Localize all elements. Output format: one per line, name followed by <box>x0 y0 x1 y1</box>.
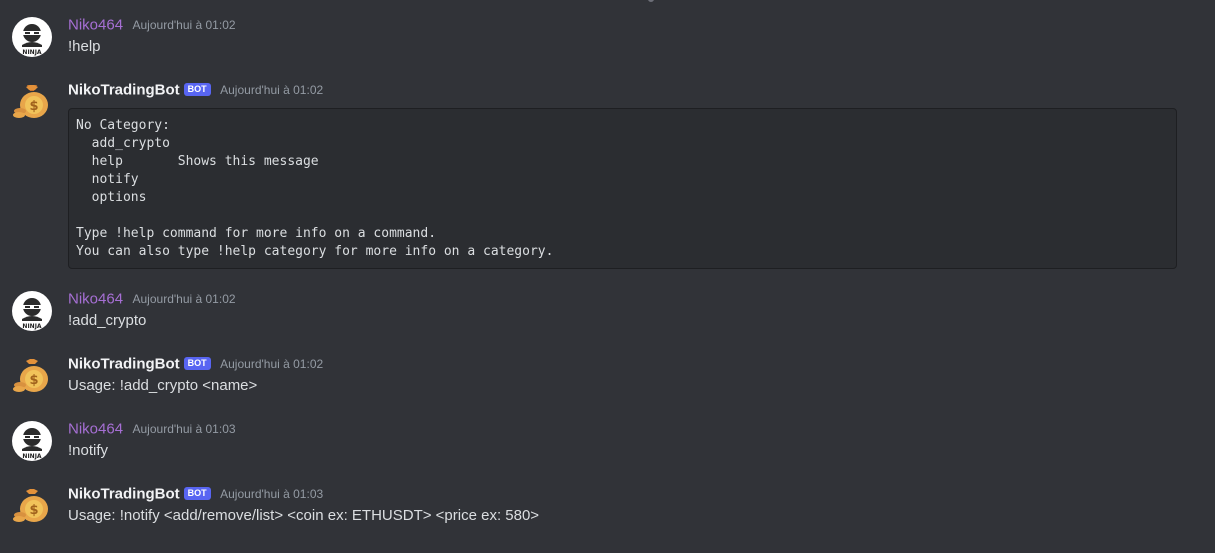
ninja-avatar-icon: NINJA <box>22 298 42 330</box>
message-text: Usage: !add_crypto <name> <box>68 377 258 394</box>
money-bag-icon: $ <box>13 489 48 522</box>
code-line: help Shows this message <box>76 154 319 169</box>
code-line: You can also type !help category for mor… <box>76 244 554 259</box>
message-item: $ NikoTradingBot BOT Aujourd'hui à 01:02 … <box>0 355 1215 399</box>
ninja-avatar-icon: NINJA <box>22 24 42 56</box>
message-text: !notify <box>68 442 109 459</box>
message-header: Niko464 Aujourd'hui à 01:02 <box>68 290 236 310</box>
message-item: $ NikoTradingBot BOT Aujourd'hui à 01:03 … <box>0 485 1215 529</box>
svg-text:$: $ <box>29 99 38 114</box>
code-line: add_crypto <box>76 136 170 151</box>
author-name[interactable]: Niko464 <box>68 420 123 437</box>
author-name[interactable]: NikoTradingBot <box>68 485 180 502</box>
svg-text:NINJA: NINJA <box>22 323 42 330</box>
timestamp: Aujourd'hui à 01:03 <box>132 421 236 436</box>
user-avatar[interactable]: NINJA <box>12 17 52 57</box>
message-text: !help <box>68 38 101 55</box>
timestamp: Aujourd'hui à 01:02 <box>220 82 324 97</box>
author-name[interactable]: NikoTradingBot <box>68 355 180 372</box>
ninja-avatar-icon: NINJA <box>22 428 42 460</box>
message-item: NINJA Niko464 Aujourd'hui à 01:03 !notif… <box>0 420 1215 464</box>
bot-badge: BOT <box>183 83 211 96</box>
timestamp: Aujourd'hui à 01:02 <box>132 291 236 306</box>
author-name[interactable]: Niko464 <box>68 16 123 33</box>
svg-text:$: $ <box>29 373 38 388</box>
message-header: NikoTradingBot BOT Aujourd'hui à 01:02 <box>68 81 323 101</box>
code-line: Type !help command for more info on a co… <box>76 226 437 241</box>
message-header: NikoTradingBot BOT Aujourd'hui à 01:02 <box>68 355 323 375</box>
message-header: NikoTradingBot BOT Aujourd'hui à 01:03 <box>68 485 323 505</box>
user-avatar[interactable]: NINJA <box>12 291 52 331</box>
message-header: Niko464 Aujourd'hui à 01:02 <box>68 16 236 36</box>
svg-text:NINJA: NINJA <box>22 49 42 56</box>
message-header: Niko464 Aujourd'hui à 01:03 <box>68 420 236 440</box>
user-avatar[interactable]: NINJA <box>12 421 52 461</box>
message-text: !add_crypto <box>68 312 147 329</box>
money-bag-icon: $ <box>13 359 48 392</box>
message-item: NINJA Niko464 Aujourd'hui à 01:02 !help <box>0 16 1215 60</box>
bot-badge: BOT <box>183 357 211 370</box>
bot-avatar[interactable]: $ <box>12 355 52 395</box>
timestamp: Aujourd'hui à 01:02 <box>220 356 324 371</box>
author-name[interactable]: Niko464 <box>68 290 123 307</box>
code-line: No Category: <box>76 118 170 133</box>
bot-avatar[interactable]: $ <box>12 485 52 525</box>
code-block: No Category: add_crypto help Shows this … <box>68 108 1177 269</box>
message-text: Usage: !notify <add/remove/list> <coin e… <box>68 507 540 524</box>
scroll-indicator <box>648 0 654 2</box>
bot-avatar[interactable]: $ <box>12 81 52 121</box>
code-line: options <box>76 190 147 205</box>
code-line: notify <box>76 172 139 187</box>
author-name[interactable]: NikoTradingBot <box>68 81 180 98</box>
svg-text:NINJA: NINJA <box>22 453 42 460</box>
bot-badge: BOT <box>183 487 211 500</box>
svg-text:$: $ <box>29 503 38 518</box>
timestamp: Aujourd'hui à 01:03 <box>220 486 324 501</box>
message-item: NINJA Niko464 Aujourd'hui à 01:02 !add_c… <box>0 290 1215 334</box>
money-bag-icon: $ <box>13 85 48 118</box>
timestamp: Aujourd'hui à 01:02 <box>132 17 236 32</box>
